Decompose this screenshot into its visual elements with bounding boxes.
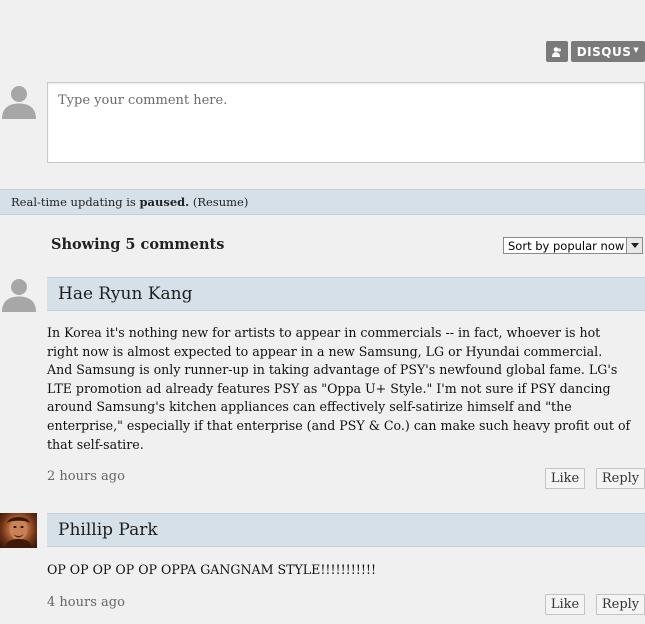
resume-link[interactable]: (Resume) (193, 195, 248, 209)
comment-author[interactable]: Phillip Park (58, 520, 158, 540)
comment-input[interactable]: Type your comment here. (47, 82, 645, 163)
default-avatar-icon (2, 279, 36, 312)
sort-selected-value: Sort by popular now (508, 239, 625, 253)
user-icon (552, 46, 561, 57)
comment-timestamp[interactable]: 2 hours ago (47, 469, 125, 484)
disqus-brand-label: DISQUS (576, 44, 632, 59)
realtime-prefix: Real-time updating is (11, 195, 136, 209)
realtime-status: paused. (139, 195, 190, 209)
comment-line: In Korea it's nothing new for artists to… (47, 325, 601, 340)
comment-body: In Korea it's nothing new for artists to… (47, 324, 631, 454)
disqus-menu-button[interactable]: DISQUS ▼ (571, 41, 645, 62)
default-avatar-icon (2, 86, 36, 119)
comment-timestamp[interactable]: 4 hours ago (47, 595, 125, 610)
reply-button[interactable]: Reply (596, 468, 645, 489)
comment-count-label: Showing 5 comments (51, 236, 225, 253)
comment-line: LTE promotion ad already features PSY as… (47, 380, 611, 396)
comment-header: Phillip Park (47, 513, 645, 547)
comment-header: Hae Ryun Kang (47, 277, 645, 311)
realtime-status-bar: Real-time updating is paused. (Resume) (0, 189, 645, 215)
caret-down-icon: ▼ (633, 45, 640, 54)
comment-line: OP OP OP OP OP OPPA GANGNAM STYLE!!!!!!!… (47, 562, 377, 577)
comment-author[interactable]: Hae Ryun Kang (58, 284, 193, 304)
comment-placeholder: Type your comment here. (58, 93, 228, 108)
comment-line: enterprise," especially if that enterpri… (47, 417, 631, 433)
reply-button[interactable]: Reply (596, 594, 645, 615)
like-button[interactable]: Like (545, 594, 585, 615)
like-button[interactable]: Like (545, 468, 585, 489)
comment-line: right now is almost expected to appear i… (47, 343, 603, 359)
sort-select[interactable]: Sort by popular now (503, 237, 643, 254)
comment-line: And Samsung is only runner-up in taking … (47, 362, 618, 378)
comment-body: OP OP OP OP OP OPPA GANGNAM STYLE!!!!!!!… (47, 561, 607, 580)
user-photo-avatar (0, 513, 37, 548)
comment-line: that self-satire. (47, 436, 144, 452)
user-menu-button[interactable] (546, 41, 568, 62)
comment-line: around Samsung's kitchen appliances can … (47, 399, 572, 415)
dropdown-arrow-icon (626, 238, 642, 253)
